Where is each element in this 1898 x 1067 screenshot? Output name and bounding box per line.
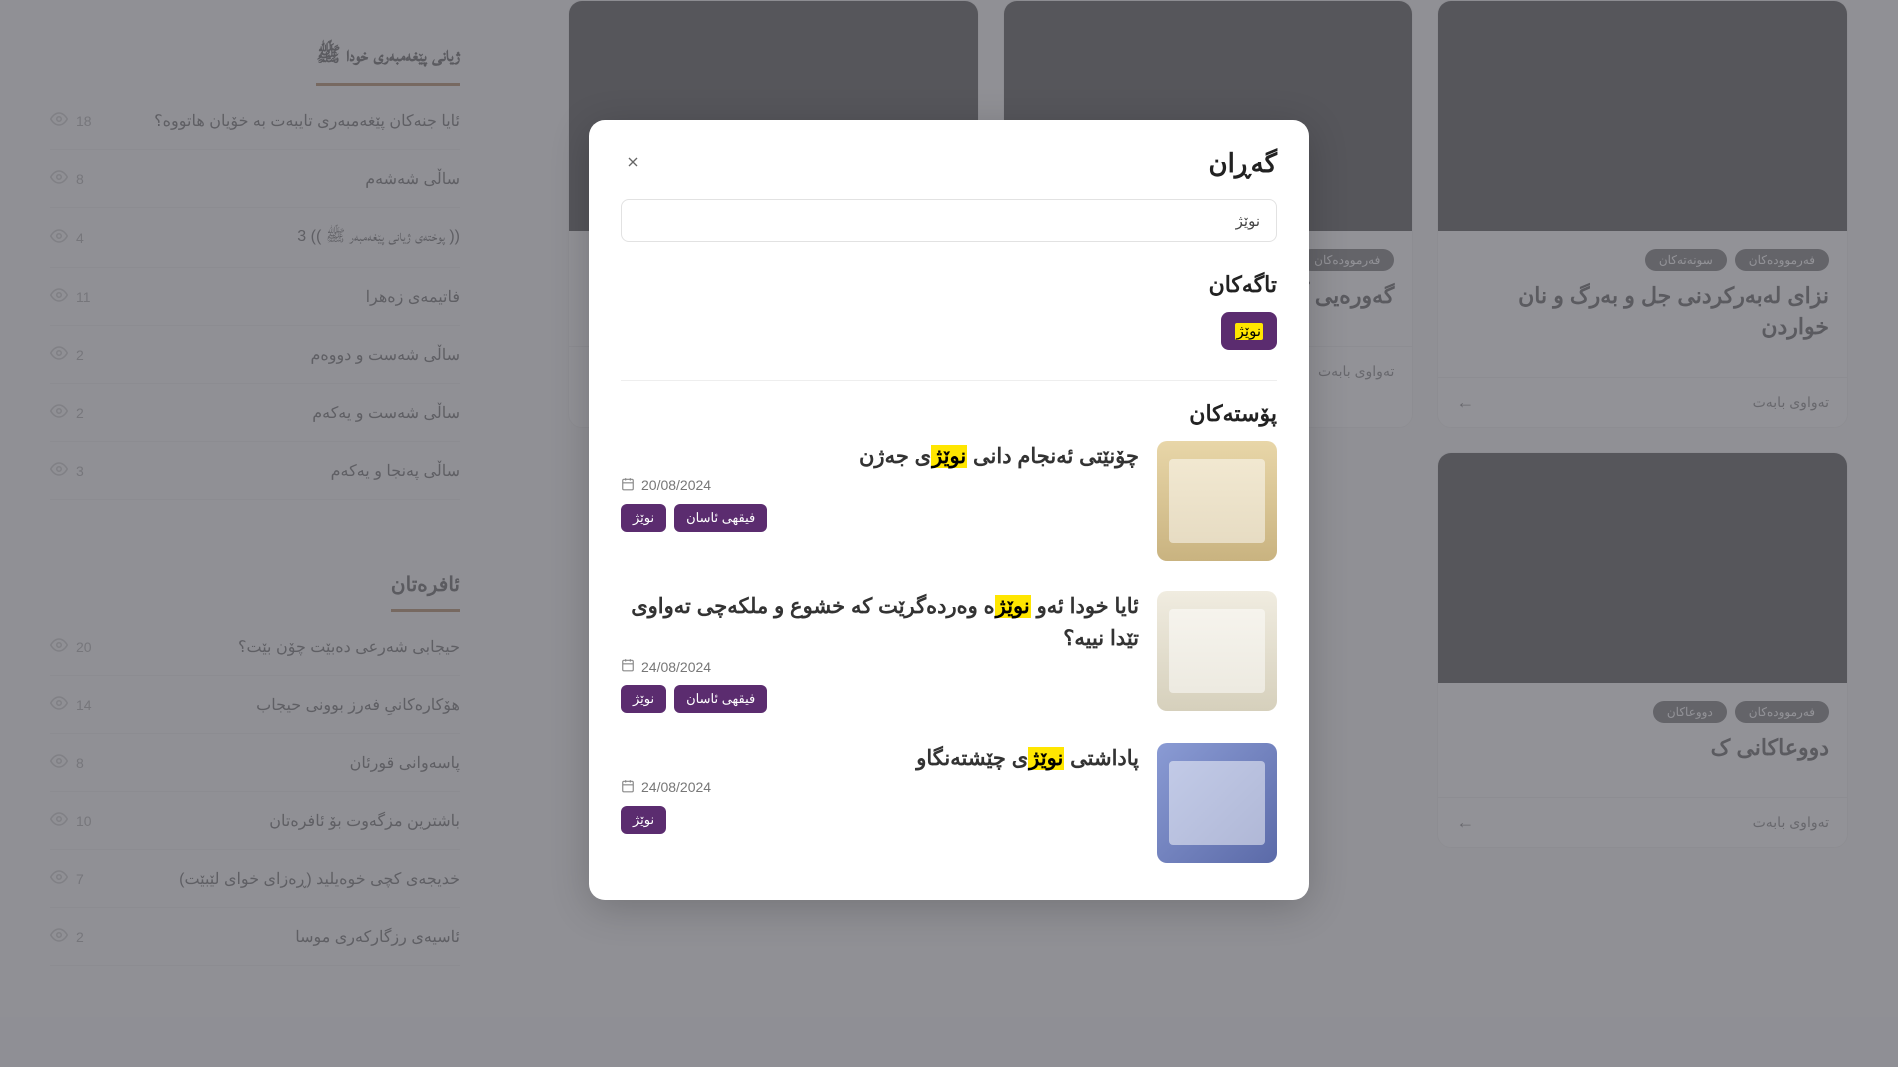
post-tags: فیقهی ئاسان نوێژ (621, 504, 1139, 532)
post-result[interactable]: ئایا خودا ئەو نوێژە وەردەگرێت کە خشوع و … (621, 591, 1277, 713)
post-tag[interactable]: نوێژ (621, 685, 666, 713)
posts-heading: پۆستەکان (621, 380, 1277, 427)
post-result[interactable]: چۆنێتی ئەنجام دانی نوێژی جەژن 20/08/2024 ف… (621, 441, 1277, 561)
post-tags: فیقهی ئاسان نوێژ (621, 685, 1139, 713)
post-title: چۆنێتی ئەنجام دانی نوێژی جەژن (621, 441, 1139, 473)
modal-overlay[interactable]: گەڕان تاگەکان نوێژ پۆستەکان چۆنێتی ئەنجا… (0, 0, 1898, 1067)
posts-list: چۆنێتی ئەنجام دانی نوێژی جەژن 20/08/2024 ف… (621, 441, 1277, 863)
post-tag[interactable]: فیقهی ئاسان (674, 504, 767, 532)
post-thumbnail (1157, 743, 1277, 863)
search-input[interactable] (621, 199, 1277, 242)
post-tags: نوێژ (621, 806, 1139, 834)
calendar-icon (621, 658, 635, 675)
calendar-icon (621, 477, 635, 494)
calendar-icon (621, 779, 635, 796)
post-thumbnail (1157, 591, 1277, 711)
post-result[interactable]: پاداشتی نوێژی چێشتەنگاو 24/08/2024 نوێژ (621, 743, 1277, 863)
post-thumbnail (1157, 441, 1277, 561)
search-modal: گەڕان تاگەکان نوێژ پۆستەکان چۆنێتی ئەنجا… (589, 120, 1309, 900)
post-date: 24/08/2024 (621, 779, 1139, 796)
post-tag[interactable]: فیقهی ئاسان (674, 685, 767, 713)
post-title: ئایا خودا ئەو نوێژە وەردەگرێت کە خشوع و … (621, 591, 1139, 654)
tag-result[interactable]: نوێژ (1221, 312, 1277, 350)
tags-heading: تاگەکان (621, 272, 1277, 298)
post-title: پاداشتی نوێژی چێشتەنگاو (621, 743, 1139, 775)
post-date: 24/08/2024 (621, 658, 1139, 675)
close-icon[interactable] (621, 150, 645, 178)
post-tag[interactable]: نوێژ (621, 806, 666, 834)
post-date: 20/08/2024 (621, 477, 1139, 494)
post-tag[interactable]: نوێژ (621, 504, 666, 532)
modal-title: گەڕان (1208, 148, 1277, 179)
